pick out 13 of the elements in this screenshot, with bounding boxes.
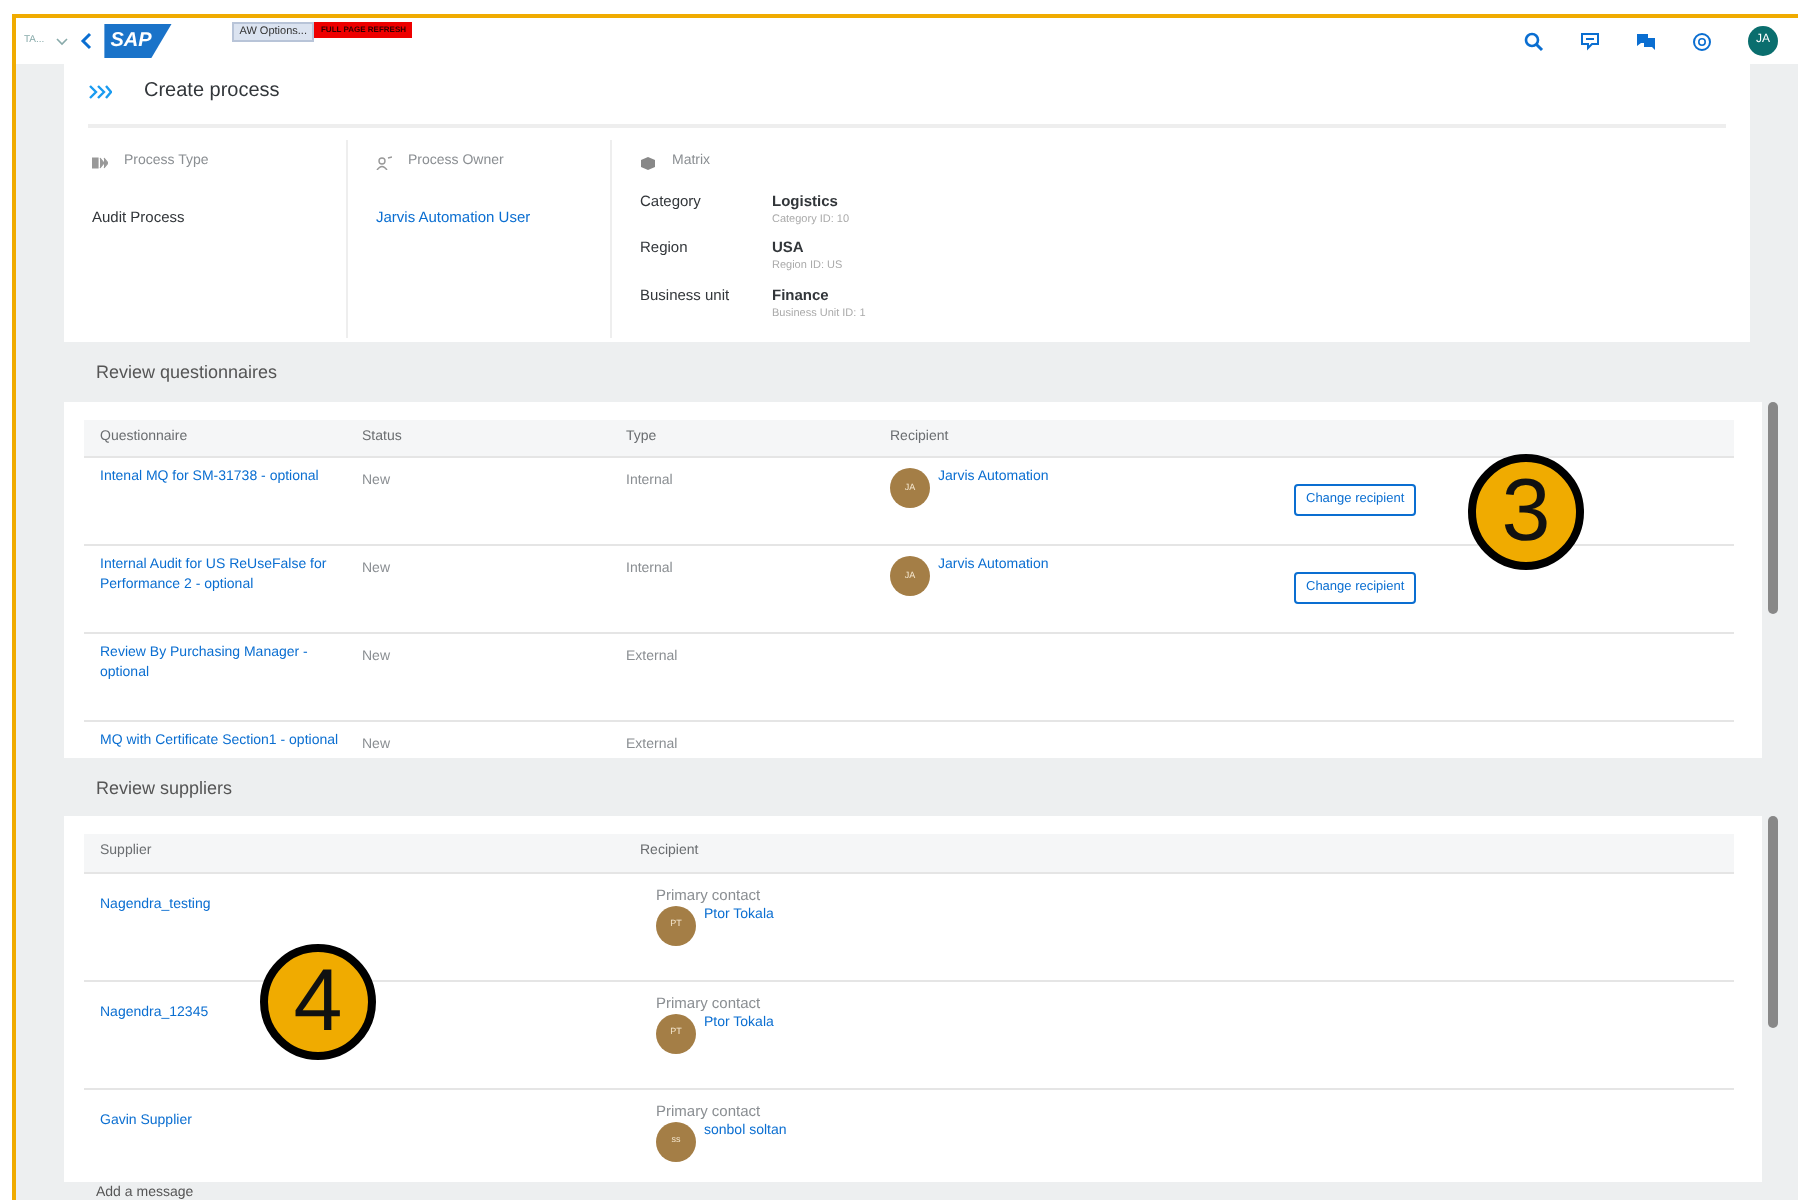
feedback-icon[interactable] bbox=[1580, 31, 1600, 51]
arrows-icon bbox=[92, 155, 108, 170]
person-icon bbox=[376, 155, 392, 170]
search-icon[interactable] bbox=[1524, 31, 1544, 51]
chevrons-icon bbox=[88, 83, 112, 99]
sap-logo[interactable]: SAP bbox=[104, 24, 172, 58]
chat-icon[interactable] bbox=[1636, 31, 1656, 51]
section-title: Review suppliers bbox=[94, 775, 235, 802]
page-title: Create process bbox=[144, 78, 280, 106]
back-icon[interactable] bbox=[80, 32, 93, 50]
help-icon[interactable] bbox=[1692, 31, 1712, 51]
cube-icon bbox=[640, 155, 656, 170]
section-title: Review questionnaires bbox=[94, 360, 280, 386]
